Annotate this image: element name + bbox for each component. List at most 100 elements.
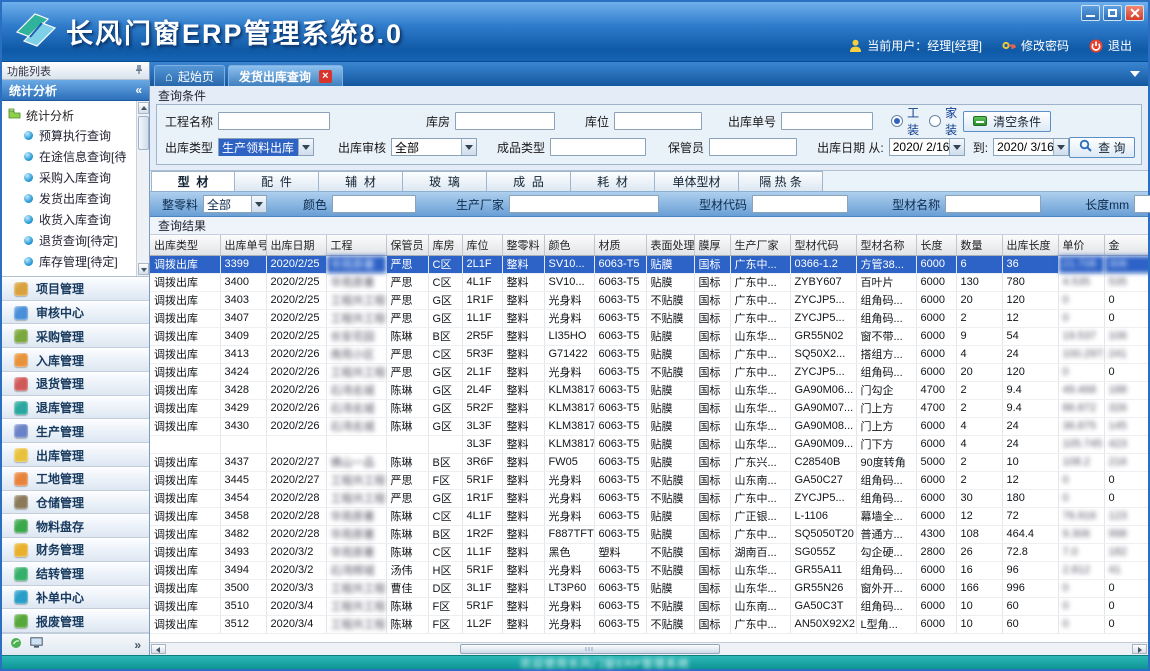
table-cell[interactable]: 3430 bbox=[220, 417, 266, 435]
table-cell[interactable]: 调拨出库 bbox=[150, 525, 220, 543]
tree-item-return-query[interactable]: 退货查询[待定] bbox=[8, 230, 134, 251]
scroll-down-icon[interactable] bbox=[138, 263, 149, 275]
table-cell[interactable]: 1R1F bbox=[462, 291, 502, 309]
sidebar-item-storage-management[interactable]: 仓储管理 bbox=[2, 491, 149, 515]
table-cell[interactable]: 60 bbox=[1002, 597, 1058, 615]
column-header[interactable]: 数量 bbox=[956, 235, 1002, 255]
table-cell[interactable]: 5R2F bbox=[462, 399, 502, 417]
table-cell[interactable]: 166 bbox=[956, 579, 1002, 597]
table-cell[interactable]: 普通方... bbox=[856, 525, 916, 543]
table-cell[interactable]: 6000 bbox=[916, 273, 956, 291]
table-cell[interactable]: 华苑原著 bbox=[326, 525, 386, 543]
table-cell[interactable]: 广东中... bbox=[730, 309, 790, 327]
table-cell[interactable]: 广东中... bbox=[730, 273, 790, 291]
table-cell[interactable]: 陈琳 bbox=[386, 597, 428, 615]
table-cell[interactable]: 1L2F bbox=[462, 615, 502, 633]
table-cell[interactable]: 12 bbox=[1002, 471, 1058, 489]
table-cell[interactable]: 130 bbox=[956, 273, 1002, 291]
table-cell[interactable]: 华苑原著 bbox=[326, 255, 386, 273]
table-cell[interactable]: 6063-T5 bbox=[594, 345, 646, 363]
table-cell[interactable]: 6063-T5 bbox=[594, 255, 646, 273]
scroll-up-icon[interactable] bbox=[138, 102, 149, 114]
table-cell[interactable] bbox=[326, 435, 386, 453]
table-cell[interactable]: 石湾名城 bbox=[326, 417, 386, 435]
table-cell[interactable]: 3L3F bbox=[462, 435, 502, 453]
table-cell[interactable]: 国标 bbox=[694, 489, 730, 507]
table-cell[interactable]: 6000 bbox=[916, 471, 956, 489]
column-header[interactable]: 整零料 bbox=[502, 235, 544, 255]
column-header[interactable]: 出库单号 bbox=[220, 235, 266, 255]
table-cell[interactable]: 0 bbox=[1058, 597, 1104, 615]
hscroll-thumb[interactable] bbox=[460, 644, 720, 654]
close-button[interactable] bbox=[1125, 5, 1144, 21]
table-cell[interactable]: 2 bbox=[956, 309, 1002, 327]
table-cell[interactable]: 国标 bbox=[694, 453, 730, 471]
table-cell[interactable]: L型角... bbox=[856, 615, 916, 633]
table-cell[interactable]: 26 bbox=[956, 543, 1002, 561]
table-cell[interactable]: 方管38... bbox=[856, 255, 916, 273]
table-cell[interactable]: 贴膜 bbox=[646, 255, 694, 273]
table-cell[interactable]: 6063-T5 bbox=[594, 309, 646, 327]
table-cell[interactable]: 山东华... bbox=[730, 435, 790, 453]
table-cell[interactable]: 山东华... bbox=[730, 381, 790, 399]
table-cell[interactable]: 不贴膜 bbox=[646, 489, 694, 507]
table-cell[interactable]: 2.812 bbox=[1058, 561, 1104, 579]
table-cell[interactable]: LI35HO bbox=[544, 327, 594, 345]
table-cell[interactable]: 国标 bbox=[694, 363, 730, 381]
table-cell[interactable]: 山东华... bbox=[730, 327, 790, 345]
table-cell[interactable]: 南苑小区 bbox=[326, 345, 386, 363]
tab-list-dropdown-icon[interactable] bbox=[1130, 71, 1140, 77]
table-cell[interactable]: 2L1F bbox=[462, 363, 502, 381]
table-cell[interactable]: 门勾企 bbox=[856, 381, 916, 399]
table-row[interactable]: 调拨出库34292020/2/26石湾名城陈琳G区5R2F整料KLM381760… bbox=[150, 399, 1148, 417]
table-cell[interactable] bbox=[220, 435, 266, 453]
table-row[interactable]: 调拨出库33992020/2/25华苑原著严思C区2L1F整料SV10...60… bbox=[150, 255, 1148, 273]
table-cell[interactable]: 国标 bbox=[694, 507, 730, 525]
table-cell[interactable]: 光身料 bbox=[544, 489, 594, 507]
table-cell[interactable]: 54 bbox=[1002, 327, 1058, 345]
table-cell[interactable]: 3458 bbox=[220, 507, 266, 525]
table-cell[interactable]: 21.708 bbox=[1058, 255, 1104, 273]
table-cell[interactable]: 陈琳 bbox=[386, 507, 428, 525]
column-header[interactable]: 金 bbox=[1104, 235, 1148, 255]
tree-item-shipping-outbound-query[interactable]: 发货出库查询 bbox=[8, 188, 134, 209]
table-cell[interactable]: 76.916 bbox=[1058, 507, 1104, 525]
sidebar-item-return-warehouse-management[interactable]: 退库管理 bbox=[2, 396, 149, 420]
search-button[interactable]: 查 询 bbox=[1069, 137, 1135, 158]
table-cell[interactable]: KLM3817 bbox=[544, 399, 594, 417]
table-cell[interactable]: GR55N26 bbox=[790, 579, 856, 597]
table-cell[interactable]: 5R1F bbox=[462, 471, 502, 489]
material-tab-accessory[interactable]: 配 件 bbox=[235, 171, 319, 191]
table-cell[interactable]: 6000 bbox=[916, 597, 956, 615]
table-cell[interactable]: 6063-T5 bbox=[594, 417, 646, 435]
table-cell[interactable]: 严思 bbox=[386, 255, 428, 273]
table-cell[interactable]: 7.0 bbox=[1058, 543, 1104, 561]
column-header[interactable]: 库位 bbox=[462, 235, 502, 255]
table-cell[interactable]: SG055Z bbox=[790, 543, 856, 561]
table-cell[interactable]: 4 bbox=[956, 417, 1002, 435]
table-cell[interactable]: 调拨出库 bbox=[150, 381, 220, 399]
table-cell[interactable]: 整料 bbox=[502, 435, 544, 453]
table-cell[interactable]: 4L1F bbox=[462, 273, 502, 291]
table-cell[interactable]: 整料 bbox=[502, 543, 544, 561]
table-cell[interactable]: 严思 bbox=[386, 363, 428, 381]
table-cell[interactable]: KLM3817 bbox=[544, 417, 594, 435]
table-cell[interactable]: KLM3817 bbox=[544, 381, 594, 399]
radio-gongzhuang[interactable] bbox=[891, 115, 903, 127]
table-cell[interactable]: 0 bbox=[1058, 363, 1104, 381]
table-cell[interactable]: G区 bbox=[428, 417, 462, 435]
logout-button[interactable]: 退出 bbox=[1089, 37, 1132, 54]
table-cell[interactable]: 3445 bbox=[220, 471, 266, 489]
table-cell[interactable]: 广东中... bbox=[730, 255, 790, 273]
sidebar-item-audit-center[interactable]: 审核中心 bbox=[2, 301, 149, 325]
table-cell[interactable]: 6063-T5 bbox=[594, 561, 646, 579]
table-cell[interactable]: 9.306 bbox=[1058, 525, 1104, 543]
table-row[interactable]: 调拨出库34942020/3/2石湾辉城汤伟H区5R1F整料光身料6063-T5… bbox=[150, 561, 1148, 579]
profile-code-input[interactable] bbox=[752, 195, 848, 213]
table-cell[interactable]: 调拨出库 bbox=[150, 291, 220, 309]
table-cell[interactable]: 调拨出库 bbox=[150, 543, 220, 561]
whole-part-select[interactable]: 全部 bbox=[203, 195, 267, 213]
product-type-input[interactable] bbox=[550, 138, 646, 156]
length-input[interactable] bbox=[1134, 195, 1150, 213]
table-cell[interactable]: 2020/2/28 bbox=[266, 489, 326, 507]
